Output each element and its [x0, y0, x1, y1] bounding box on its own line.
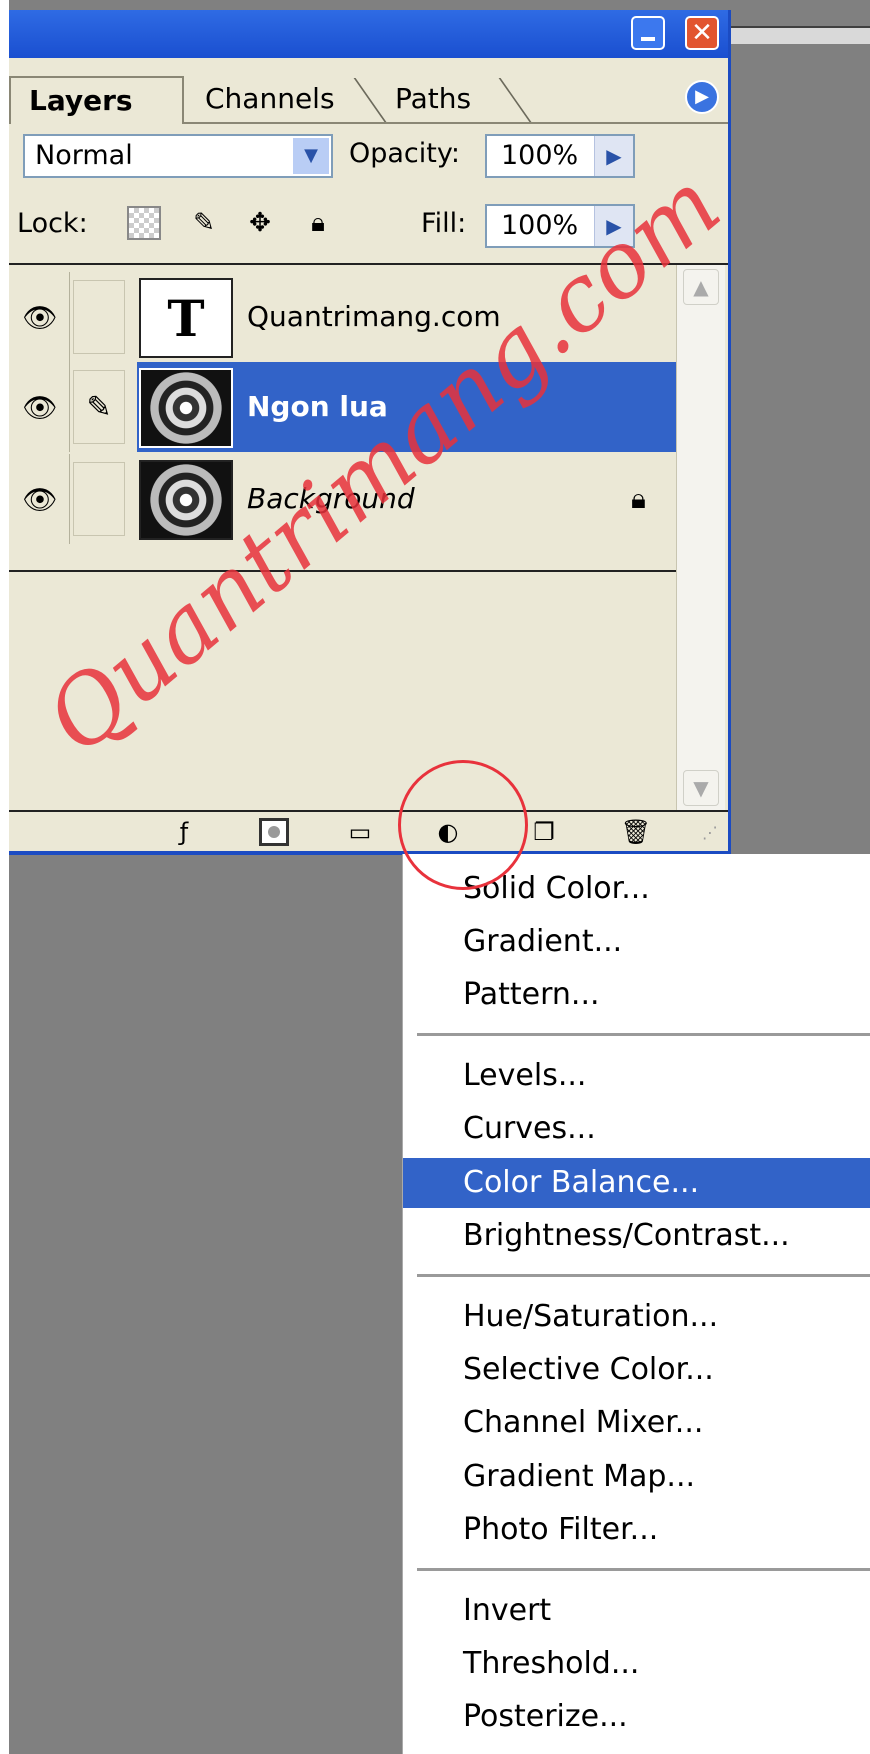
menu-item-selective-color[interactable]: Selective Color...: [403, 1345, 870, 1395]
panel-menu-button[interactable]: ▶: [685, 80, 719, 114]
layer-link-slot[interactable]: [73, 462, 125, 536]
panel-tabs: Layers Channels Paths: [9, 70, 728, 124]
blend-mode-value: Normal: [35, 140, 133, 171]
chevron-down-icon[interactable]: ▼: [293, 138, 329, 174]
menu-item-posterize[interactable]: Posterize...: [403, 1692, 870, 1742]
menu-item-curves[interactable]: Curves...: [403, 1104, 870, 1154]
opacity-slider-arrow-icon[interactable]: ▶: [594, 136, 633, 176]
fill-slider-arrow-icon[interactable]: ▶: [594, 206, 633, 246]
menu-item-channel-mixer[interactable]: Channel Mixer...: [403, 1398, 870, 1448]
layer-row[interactable]: 👁︎ Background 🔒︎: [9, 454, 676, 544]
layer-name: Quantrimang.com: [247, 300, 501, 333]
adjustment-layer-menu: Solid Color... Gradient... Pattern... Le…: [402, 854, 870, 1754]
lock-icon: 🔒︎: [631, 482, 646, 515]
menu-item-color-balance[interactable]: Color Balance...: [403, 1158, 870, 1208]
move-icon[interactable]: ✥: [243, 206, 277, 240]
layer-row[interactable]: 👁︎ T Quantrimang.com: [9, 272, 676, 362]
menu-item-hue-saturation[interactable]: Hue/Saturation...: [403, 1292, 870, 1342]
layers-scrollbar[interactable]: ▲ ▼: [676, 265, 725, 810]
minimize-icon: [641, 37, 655, 41]
close-button[interactable]: ✕: [685, 16, 719, 50]
menu-item-invert[interactable]: Invert: [403, 1586, 870, 1636]
menu-separator: [417, 1274, 870, 1277]
brush-icon[interactable]: ✎: [73, 370, 125, 444]
eye-icon[interactable]: 👁︎: [11, 362, 70, 452]
menu-item-solid-color[interactable]: Solid Color...: [403, 864, 870, 914]
layer-name: Ngon lua: [247, 390, 388, 423]
lock-icon[interactable]: 🔒︎: [301, 206, 335, 240]
layer-thumbnail: T: [139, 278, 233, 358]
menu-separator: [417, 1568, 870, 1571]
eye-icon[interactable]: 👁︎: [11, 272, 70, 362]
layer-name: Background: [247, 482, 415, 515]
layer-thumbnail: [139, 368, 233, 448]
menu-item-photo-filter[interactable]: Photo Filter...: [403, 1505, 870, 1555]
layers-panel: ✕ Layers Channels Paths ▶ Normal ▼ Opaci…: [9, 10, 731, 855]
menu-item-levels[interactable]: Levels...: [403, 1051, 870, 1101]
new-layer-icon[interactable]: ❐: [529, 818, 559, 846]
eye-icon[interactable]: 👁︎: [11, 454, 70, 544]
fill-value: 100%: [501, 210, 579, 241]
list-end-divider: [9, 570, 676, 572]
resize-grip-icon[interactable]: ⋰: [695, 818, 725, 846]
minimize-button[interactable]: [631, 16, 665, 50]
adjustment-layer-icon[interactable]: ◐: [433, 818, 463, 846]
scroll-up-icon[interactable]: ▲: [683, 269, 719, 305]
opacity-label: Opacity:: [349, 138, 460, 169]
triangle-right-icon: ▶: [695, 86, 709, 107]
fill-label: Fill:: [421, 208, 467, 239]
opacity-field[interactable]: 100% ▶: [485, 134, 635, 178]
blend-mode-select[interactable]: Normal ▼: [23, 134, 333, 178]
brush-icon[interactable]: ✎: [187, 206, 221, 240]
fill-field[interactable]: 100% ▶: [485, 204, 635, 248]
menu-item-brightness-contrast[interactable]: Brightness/Contrast...: [403, 1211, 870, 1261]
layer-thumbnail: [139, 460, 233, 540]
lock-label: Lock:: [17, 208, 88, 239]
list-top-divider: [9, 263, 728, 265]
trash-icon[interactable]: 🗑︎: [621, 818, 651, 846]
layer-style-icon[interactable]: ƒ: [169, 818, 199, 846]
menu-item-pattern[interactable]: Pattern...: [403, 970, 870, 1020]
menu-item-gradient-map[interactable]: Gradient Map...: [403, 1452, 870, 1502]
scroll-down-icon[interactable]: ▼: [683, 770, 719, 806]
opacity-value: 100%: [501, 140, 579, 171]
menu-item-gradient[interactable]: Gradient...: [403, 917, 870, 967]
folder-icon[interactable]: ▭: [345, 818, 375, 846]
panel-titlebar[interactable]: ✕: [9, 10, 728, 58]
text-layer-icon: T: [167, 288, 205, 348]
layer-link-slot[interactable]: [73, 280, 125, 354]
close-icon: ✕: [691, 18, 713, 48]
tab-layers[interactable]: Layers: [9, 76, 184, 124]
background-window-edge: [730, 26, 870, 44]
tab-channels[interactable]: Channels: [187, 76, 377, 122]
layer-mask-icon[interactable]: [259, 818, 289, 846]
lock-transparency-icon[interactable]: [127, 206, 161, 240]
layer-row[interactable]: 👁︎ ✎ Ngon lua: [9, 362, 676, 452]
panel-bottom-toolbar: ƒ ▭ ◐ ❐ 🗑︎ ⋰: [9, 810, 728, 852]
menu-separator: [417, 1033, 870, 1036]
menu-item-threshold[interactable]: Threshold...: [403, 1639, 870, 1689]
